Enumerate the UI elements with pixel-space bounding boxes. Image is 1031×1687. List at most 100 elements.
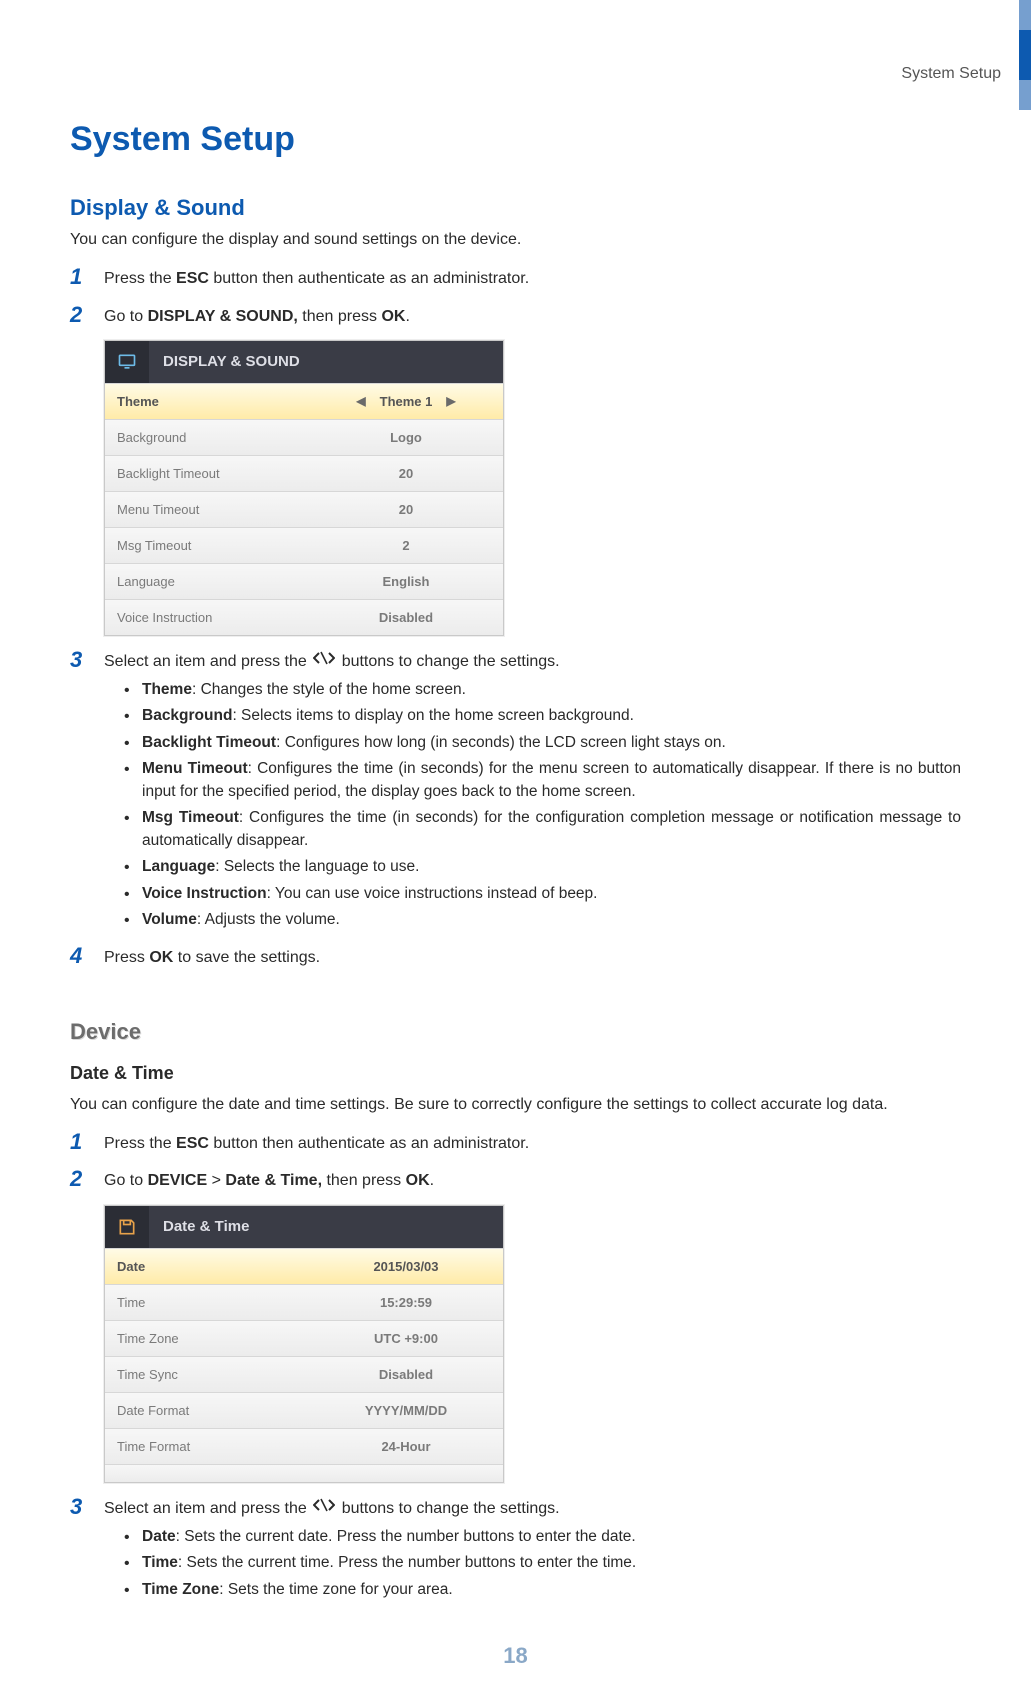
t: Press [104, 949, 149, 966]
row-value: YYYY/MM/DD [321, 1403, 491, 1418]
bullet-text: : Changes the style of the home screen. [192, 681, 466, 698]
list-item: Background: Selects items to display on … [124, 705, 961, 727]
list-item: Volume: Adjusts the volume. [124, 909, 961, 931]
bullet-term: Date [142, 1528, 176, 1545]
t: button then authenticate as an administr… [209, 270, 529, 287]
bullet-term: Time [142, 1554, 178, 1571]
value-text: YYYY/MM/DD [365, 1403, 447, 1418]
bullet-text: : Configures how long (in seconds) the L… [276, 734, 726, 751]
settings-row[interactable]: Voice InstructionDisabled [105, 599, 503, 635]
settings-row[interactable]: BackgroundLogo [105, 419, 503, 455]
value-text: 20 [399, 502, 413, 517]
page-number: 18 [0, 1643, 1031, 1669]
step-2: 2 Go to DEVICE > Date & Time, then press… [70, 1167, 961, 1192]
row-value: ◀Theme 1▶ [321, 394, 491, 409]
list-item: Time Zone: Sets the time zone for your a… [124, 1579, 961, 1601]
step-number: 4 [70, 944, 104, 968]
value-text: 24-Hour [381, 1439, 430, 1454]
row-value: 2015/03/03 [321, 1259, 491, 1274]
row-label: Language [117, 574, 321, 589]
bullet-text: : Sets the time zone for your area. [219, 1581, 452, 1598]
step-number: 3 [70, 1495, 104, 1519]
value-text: Disabled [379, 1367, 433, 1382]
bullet-text: : You can use voice instructions instead… [267, 885, 598, 902]
t: to save the settings. [173, 949, 320, 966]
row-label: Backlight Timeout [117, 466, 321, 481]
list-item: Menu Timeout: Configures the time (in se… [124, 758, 961, 803]
row-label: Background [117, 430, 321, 445]
row-label: Msg Timeout [117, 538, 321, 553]
panel-title-bar: Date & Time [105, 1206, 503, 1248]
panel-title-bar: DISPLAY & SOUND [105, 341, 503, 383]
intro-text: You can configure the display and sound … [70, 229, 961, 251]
row-label: Menu Timeout [117, 502, 321, 517]
row-value: Logo [321, 430, 491, 445]
step-text: Go to DEVICE > Date & Time, then press O… [104, 1167, 961, 1192]
t: Go to [104, 1172, 148, 1189]
bullet-term: Voice Instruction [142, 885, 267, 902]
arrow-left-icon[interactable]: ◀ [356, 394, 365, 408]
row-label: Time Format [117, 1439, 321, 1454]
row-value: 2 [321, 538, 491, 553]
list-item: Backlight Timeout: Configures how long (… [124, 732, 961, 754]
value-text: Disabled [379, 610, 433, 625]
bullet-term: Backlight Timeout [142, 734, 276, 751]
t: Press the [104, 1135, 176, 1152]
step-3: 3 Select an item and press the buttons t… [70, 648, 961, 673]
t: OK [406, 1172, 430, 1189]
step-text: Select an item and press the buttons to … [104, 1495, 961, 1520]
bullet-term: Language [142, 858, 215, 875]
list-item: Time: Sets the current time. Press the n… [124, 1552, 961, 1574]
settings-row[interactable]: Language English [105, 563, 503, 599]
step-2: 2 Go to DISPLAY & SOUND, then press OK. [70, 303, 961, 328]
settings-row[interactable]: Backlight Timeout 20 [105, 455, 503, 491]
value-text: English [383, 574, 430, 589]
t: buttons to change the settings. [342, 1500, 560, 1517]
settings-row[interactable]: Theme◀Theme 1▶ [105, 383, 503, 419]
settings-row[interactable]: Msg Timeout2 [105, 527, 503, 563]
list-item: Date: Sets the current date. Press the n… [124, 1526, 961, 1548]
settings-row[interactable]: Time SyncDisabled [105, 1356, 503, 1392]
value-text: 20 [399, 466, 413, 481]
bullet-list: Theme: Changes the style of the home scr… [124, 679, 961, 932]
section-heading-display-sound: Display & Sound [70, 195, 961, 221]
settings-row[interactable]: Time Format 24-Hour [105, 1428, 503, 1464]
row-value: UTC +9:00 [321, 1331, 491, 1346]
t: Date & Time, [225, 1172, 322, 1189]
subsection-heading-datetime: Date & Time [70, 1063, 961, 1084]
settings-row[interactable]: Date FormatYYYY/MM/DD [105, 1392, 503, 1428]
t: DEVICE [148, 1172, 208, 1189]
row-label: Theme [117, 394, 321, 409]
left-right-nav-icon [311, 651, 337, 665]
settings-row[interactable]: Date2015/03/03 [105, 1248, 503, 1284]
display-sound-panel: DISPLAY & SOUND Theme◀Theme 1▶Background… [104, 340, 504, 636]
bullet-term: Time Zone [142, 1581, 219, 1598]
value-text: UTC +9:00 [374, 1331, 438, 1346]
arrow-right-icon[interactable]: ▶ [446, 394, 455, 408]
t: ESC [176, 1135, 209, 1152]
bullet-text: : Adjusts the volume. [197, 911, 340, 928]
t: . [405, 308, 409, 325]
row-value: English [321, 574, 491, 589]
list-item: Msg Timeout: Configures the time (in sec… [124, 807, 961, 852]
settings-row[interactable]: Menu Timeout 20 [105, 491, 503, 527]
row-value: Disabled [321, 610, 491, 625]
t: > [207, 1172, 225, 1189]
settings-row[interactable]: Time15:29:59 [105, 1284, 503, 1320]
step-number: 2 [70, 1167, 104, 1191]
page-header-section: System Setup [901, 65, 1001, 83]
panel-title: DISPLAY & SOUND [163, 353, 300, 370]
bullet-term: Background [142, 707, 232, 724]
step-3: 3 Select an item and press the buttons t… [70, 1495, 961, 1520]
step-number: 2 [70, 303, 104, 327]
t: Select an item and press the [104, 653, 311, 670]
settings-row[interactable]: Time ZoneUTC +9:00 [105, 1320, 503, 1356]
value-text: 2015/03/03 [373, 1259, 438, 1274]
bullet-text: : Sets the current time. Press the numbe… [178, 1554, 636, 1571]
t: Go to [104, 308, 148, 325]
row-value: 15:29:59 [321, 1295, 491, 1310]
step-text: Select an item and press the buttons to … [104, 648, 961, 673]
t: ESC [176, 270, 209, 287]
step-number: 1 [70, 1130, 104, 1154]
value-text: 15:29:59 [380, 1295, 432, 1310]
